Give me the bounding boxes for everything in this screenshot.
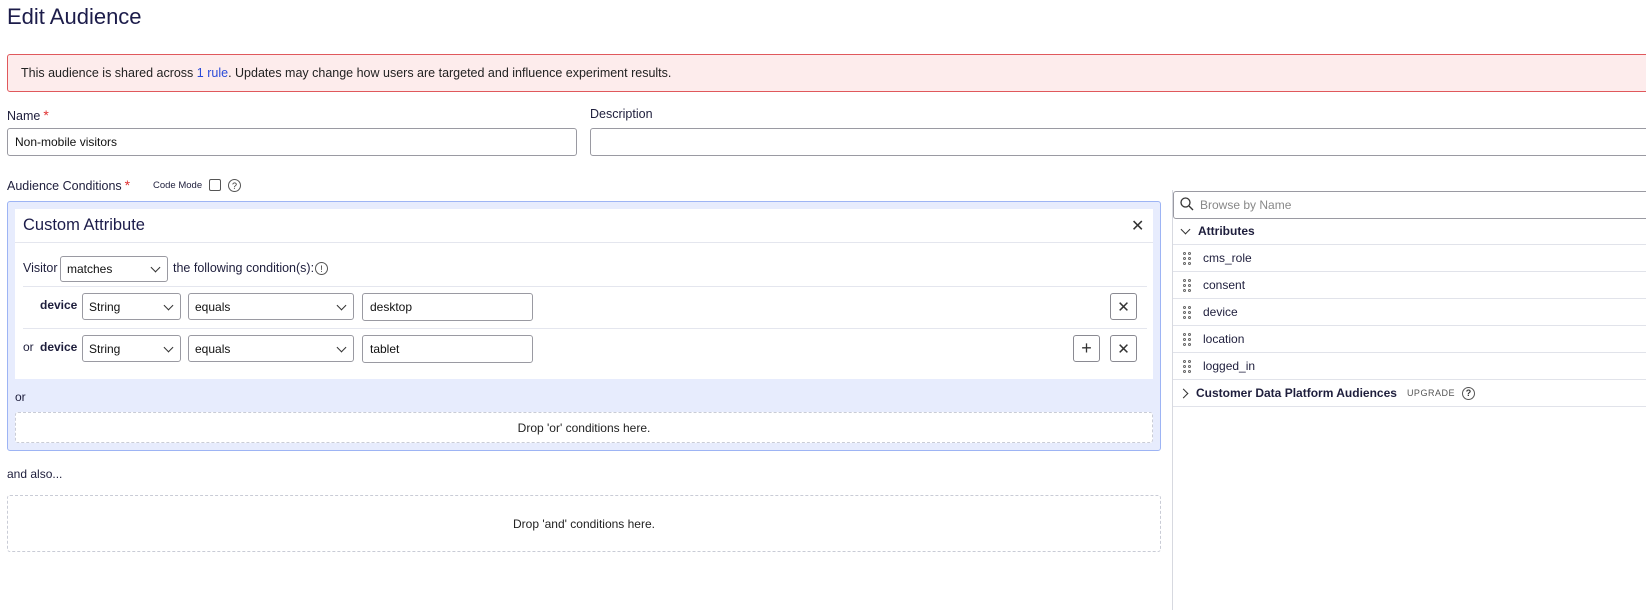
chevron-down-icon bbox=[336, 342, 347, 352]
banner-text-before: This audience is shared across bbox=[21, 66, 197, 80]
condition-operator-value: equals bbox=[195, 299, 231, 314]
match-suffix-text: the following condition(s): bbox=[173, 261, 315, 275]
condition-type-value: String bbox=[89, 299, 121, 314]
condition-attribute-name: device bbox=[40, 340, 78, 354]
banner-rule-link[interactable]: 1 rule bbox=[197, 66, 228, 80]
cdp-header-text: Customer Data Platform Audiences bbox=[1196, 386, 1397, 400]
or-prefix: or bbox=[23, 340, 34, 354]
audience-conditions-label: Audience Conditions * bbox=[7, 177, 130, 193]
shared-audience-banner: This audience is shared across 1 rule. U… bbox=[7, 54, 1646, 92]
name-label: Name * bbox=[7, 107, 49, 123]
match-type-value: matches bbox=[67, 262, 113, 276]
plus-icon: + bbox=[1081, 338, 1092, 358]
cdp-help-icon[interactable]: ? bbox=[1461, 386, 1475, 400]
attribute-item[interactable]: cms_role bbox=[1173, 245, 1646, 272]
drag-handle-icon bbox=[1183, 359, 1191, 373]
chevron-right-icon bbox=[1178, 388, 1189, 398]
condition-type-value: String bbox=[89, 341, 121, 356]
chevron-down-icon bbox=[150, 262, 161, 273]
drop-and-zone[interactable]: Drop 'and' conditions here. bbox=[7, 495, 1161, 552]
condition-type-select[interactable]: String bbox=[82, 335, 181, 362]
attribute-item[interactable]: logged_in bbox=[1173, 353, 1646, 380]
attribute-item[interactable]: device bbox=[1173, 299, 1646, 326]
close-icon[interactable]: ✕ bbox=[1131, 216, 1144, 236]
custom-attribute-title: Custom Attribute bbox=[23, 216, 145, 234]
drag-handle-icon bbox=[1183, 332, 1191, 346]
attribute-item-label: location bbox=[1203, 332, 1245, 346]
add-condition-button[interactable]: + bbox=[1073, 335, 1100, 362]
condition-operator-select[interactable]: equals bbox=[188, 335, 354, 362]
close-icon: ✕ bbox=[1117, 340, 1130, 358]
page-title: Edit Audience bbox=[7, 4, 142, 29]
remove-condition-button[interactable]: ✕ bbox=[1110, 335, 1137, 362]
attribute-item-label: consent bbox=[1203, 278, 1246, 292]
condition-attribute-name: device bbox=[40, 298, 78, 312]
required-marker: * bbox=[124, 177, 131, 193]
chevron-down-icon bbox=[163, 300, 174, 310]
drag-handle-icon bbox=[1183, 305, 1191, 319]
chevron-down-icon bbox=[1180, 224, 1191, 235]
row-divider bbox=[23, 328, 1147, 329]
cdp-section-header[interactable]: Customer Data Platform Audiences UPGRADE… bbox=[1173, 380, 1646, 407]
drop-or-zone[interactable]: Drop 'or' conditions here. bbox=[15, 412, 1153, 443]
upgrade-badge[interactable]: UPGRADE bbox=[1407, 388, 1455, 398]
chevron-down-icon bbox=[163, 342, 174, 352]
banner-text-after: . Updates may change how users are targe… bbox=[228, 66, 672, 80]
search-icon bbox=[1180, 197, 1194, 216]
name-label-text: Name bbox=[7, 109, 41, 123]
required-marker: * bbox=[43, 107, 49, 123]
attribute-item-label: device bbox=[1203, 305, 1238, 319]
attribute-item-label: cms_role bbox=[1203, 251, 1252, 265]
description-input[interactable] bbox=[590, 128, 1646, 156]
and-also-label: and also... bbox=[7, 467, 63, 481]
attribute-item-label: logged_in bbox=[1203, 359, 1256, 373]
visitor-label: Visitor bbox=[23, 261, 58, 275]
attribute-item[interactable]: consent bbox=[1173, 272, 1646, 299]
chevron-down-icon bbox=[336, 300, 347, 310]
info-icon[interactable]: ! bbox=[315, 262, 328, 275]
card-divider bbox=[15, 242, 1153, 243]
row-divider bbox=[23, 286, 1147, 287]
drag-handle-icon bbox=[1183, 251, 1191, 265]
browse-search-input[interactable]: Browse by Name bbox=[1173, 191, 1646, 219]
name-input[interactable]: Non-mobile visitors bbox=[7, 128, 577, 156]
attributes-section-header[interactable]: Attributes bbox=[1173, 218, 1646, 245]
attribute-item[interactable]: location bbox=[1173, 326, 1646, 353]
code-mode-checkbox[interactable] bbox=[209, 179, 221, 191]
custom-attribute-card bbox=[15, 209, 1153, 379]
match-type-select[interactable]: matches bbox=[60, 256, 168, 282]
condition-type-select[interactable]: String bbox=[82, 293, 181, 320]
code-mode-help-icon[interactable]: ? bbox=[228, 179, 241, 192]
condition-operator-value: equals bbox=[195, 341, 231, 356]
condition-operator-select[interactable]: equals bbox=[188, 293, 354, 320]
description-label: Description bbox=[590, 107, 653, 121]
audience-conditions-text: Audience Conditions bbox=[7, 179, 122, 193]
drag-handle-icon bbox=[1183, 278, 1191, 292]
attributes-header-text: Attributes bbox=[1198, 224, 1255, 238]
code-mode-label: Code Mode bbox=[153, 180, 203, 191]
condition-value-input[interactable]: desktop bbox=[362, 293, 533, 321]
or-separator-label: or bbox=[15, 390, 26, 404]
close-icon: ✕ bbox=[1117, 298, 1130, 316]
condition-value-input[interactable]: tablet bbox=[362, 335, 533, 363]
remove-condition-button[interactable]: ✕ bbox=[1110, 293, 1137, 320]
